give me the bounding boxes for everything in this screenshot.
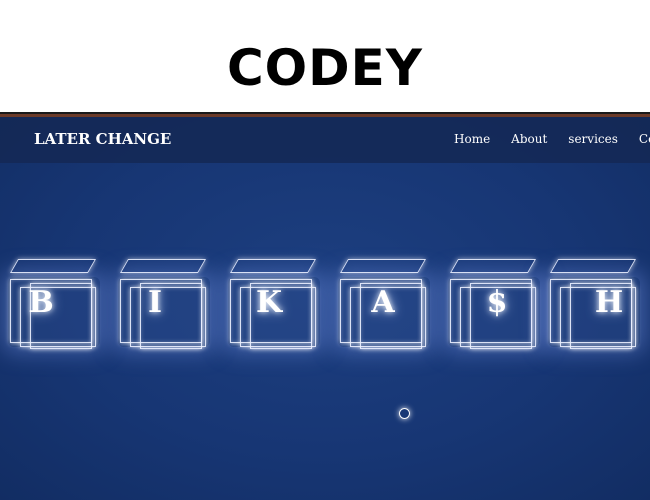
cube-letter: A — [371, 285, 395, 320]
nav-link-contact[interactable]: Contac — [639, 132, 650, 150]
letter-cube: K — [220, 257, 330, 357]
cube-letter: H — [594, 285, 624, 320]
letter-cube: I — [110, 257, 220, 357]
cube-top-face — [339, 259, 427, 273]
letter-cube: B — [0, 257, 110, 357]
letter-cube: $ — [440, 257, 550, 357]
page: CODEY LATER CHANGE Home About services C… — [0, 0, 650, 500]
letter-cubes: B I K A $ H — [0, 257, 650, 367]
cube-top-face — [9, 259, 97, 273]
cursor-ring-icon — [399, 408, 410, 419]
brand-logo-text[interactable]: LATER CHANGE — [34, 130, 171, 148]
cube-letter: I — [147, 285, 163, 320]
letter-cube: H — [540, 257, 650, 357]
website-preview: LATER CHANGE Home About services Contac … — [0, 117, 650, 500]
cube-top-face — [229, 259, 317, 273]
top-banner: CODEY — [0, 0, 650, 112]
nav-link-services[interactable]: services — [568, 132, 618, 150]
cube-letter: $ — [486, 285, 508, 320]
nav-link-about[interactable]: About — [511, 132, 547, 150]
cube-letter: B — [28, 285, 54, 320]
nav-links: Home About services Contac — [454, 132, 650, 150]
cube-letter: K — [255, 285, 283, 320]
cube-top-face — [549, 259, 637, 273]
cube-top-face — [449, 259, 537, 273]
cube-top-face — [119, 259, 207, 273]
banner-title: CODEY — [226, 39, 424, 97]
navbar: LATER CHANGE Home About services Contac — [0, 117, 650, 163]
nav-link-home[interactable]: Home — [454, 132, 490, 150]
letter-cube: A — [330, 257, 440, 357]
